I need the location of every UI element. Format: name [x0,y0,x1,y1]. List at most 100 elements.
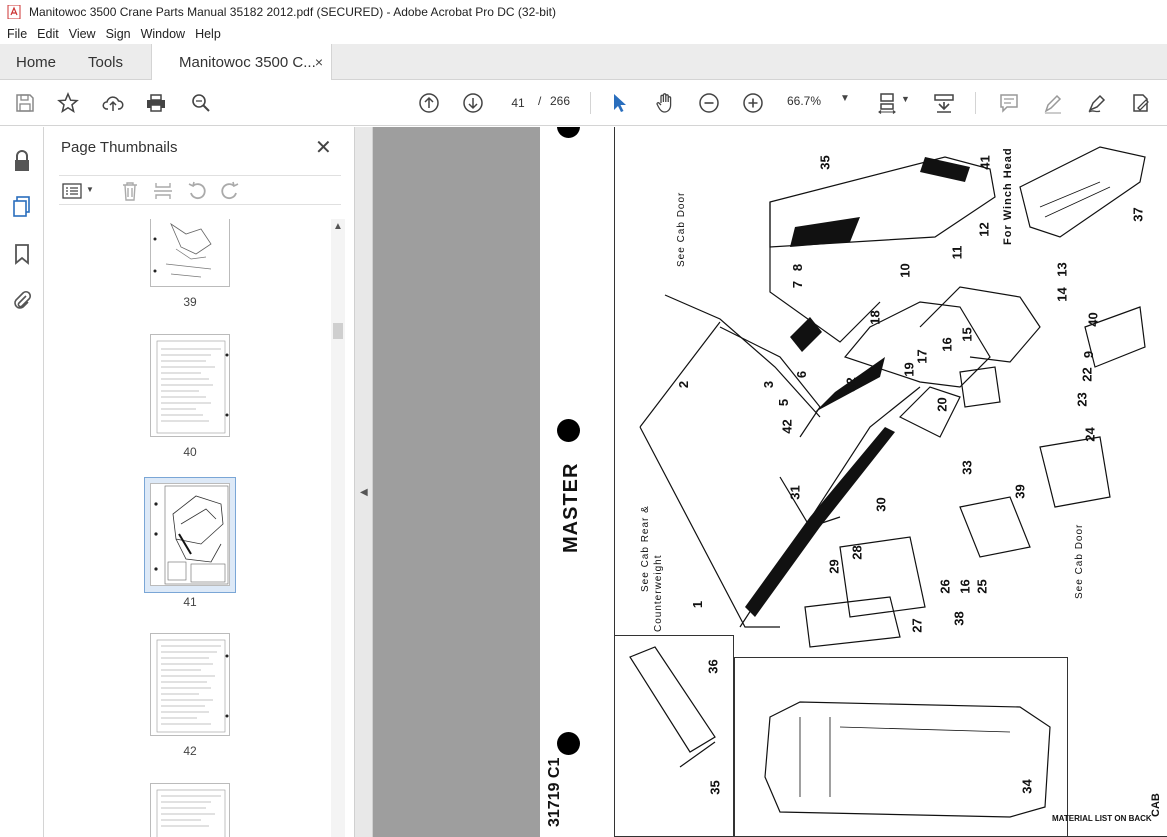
thumbnail-page-40[interactable] [150,334,230,437]
highlight-pen-icon[interactable] [1041,91,1065,115]
callout-26: 26 [937,579,953,594]
callout-23: 23 [1074,392,1090,407]
menu-window[interactable]: Window [136,27,190,41]
callout-29: 29 [826,559,842,574]
menu-view[interactable]: View [64,27,101,41]
callout-28: 28 [849,545,865,560]
callout-42: 42 [779,419,795,434]
toolbar-divider [590,92,591,114]
callout-41: 41 [977,155,993,170]
page-thumbnails-panel: Page Thumbnails ✕ ▼ ▲ 39 40 41 42 [45,127,354,837]
next-page-icon[interactable] [461,91,485,115]
bookmark-star-icon[interactable] [56,91,80,115]
thumbnail-scrollbar[interactable] [331,219,345,837]
thumbnail-page-42[interactable] [150,633,230,736]
scroll-up-icon[interactable]: ▲ [333,221,343,232]
panel-splitter[interactable]: ◀ [354,127,373,837]
zoom-in-icon[interactable] [741,91,765,115]
thumbnail-page-43[interactable] [150,783,230,837]
close-tab-icon[interactable]: × [315,54,323,70]
zoom-dropdown-icon[interactable]: ▼ [840,93,850,104]
toolbar-divider [975,92,976,114]
zoom-out-icon[interactable] [697,91,721,115]
callout-17: 17 [914,349,930,364]
callout-7: 7 [790,280,806,289]
thumbnail-page-41[interactable] [150,483,230,586]
acrobat-app-icon [7,5,21,19]
callout-11: 11 [949,245,965,260]
note-winch-head: For Winch Head [1002,147,1014,245]
tab-document-label: Manitowoc 3500 C... [179,54,316,71]
callout-14: 14 [1054,287,1070,302]
callout-5: 5 [776,398,792,407]
comment-icon[interactable] [997,91,1021,115]
rotate-counterclockwise-icon[interactable] [186,181,208,201]
thumbnail-label-42: 42 [183,744,197,758]
callout-22: 22 [1079,367,1095,382]
thumbnail-page-39[interactable] [150,219,230,287]
material-list-note: MATERIAL LIST ON BACK [1052,814,1152,823]
sign-pen-icon[interactable] [1085,91,1109,115]
left-tool-rail [0,127,44,837]
save-icon[interactable] [13,91,37,115]
cab-exploded-diagram [629,146,1146,818]
menu-sign[interactable]: Sign [101,27,136,41]
note-see-cab-door: See Cab Door [676,191,687,267]
upload-cloud-icon[interactable] [101,91,125,115]
scroll-mode-icon[interactable] [932,91,956,115]
title-bar: Manitowoc 3500 Crane Parts Manual 35182 … [0,0,1167,24]
page-number-input[interactable]: 41 [503,90,533,116]
collapse-panel-icon[interactable]: ◀ [360,487,368,498]
callout-8: 8 [790,263,806,272]
callout-16b: 16 [957,579,973,594]
select-cursor-icon[interactable] [608,91,632,115]
page-fit-icon[interactable] [876,91,900,115]
close-panel-icon[interactable]: ✕ [315,135,332,160]
note-see-cab-door-right: See Cab Door [1074,523,1085,599]
thumbnail-label-40: 40 [183,445,197,459]
attachments-paperclip-icon[interactable] [10,288,34,312]
bookmarks-icon[interactable] [10,242,34,266]
tab-bar: Home Tools Manitowoc 3500 C... × [0,44,1167,81]
thumbnail-tools: ▼ [59,175,341,205]
print-icon[interactable] [144,91,168,115]
note-counterweight: Counterweight [653,554,664,632]
callout-15: 15 [959,327,975,342]
document-page: MASTER 31719 C1 35 41 12 37 8 7 10 11 13… [540,127,1167,837]
document-view[interactable]: MASTER 31719 C1 35 41 12 37 8 7 10 11 13… [373,127,1167,837]
callout-9: 9 [1081,350,1097,359]
thumbnail-options-icon[interactable] [61,181,83,201]
delete-page-icon[interactable] [119,181,141,201]
extract-pages-icon[interactable] [152,181,174,201]
tab-document[interactable]: Manitowoc 3500 C... × [151,44,332,81]
panel-title: Page Thumbnails [61,139,178,156]
scrollbar-thumb[interactable] [333,323,343,339]
page-total: 266 [550,94,571,108]
menu-bar: File Edit View Sign Window Help [0,24,1167,44]
menu-edit[interactable]: Edit [32,27,64,41]
thumbnail-label-41: 41 [183,595,197,609]
tab-tools[interactable]: Tools [88,44,123,80]
zoom-search-icon[interactable] [189,91,213,115]
thumbnail-options-dropdown-icon[interactable]: ▼ [86,185,94,194]
edit-document-icon[interactable] [1128,91,1152,115]
lock-icon[interactable] [10,149,34,173]
callout-10: 10 [897,263,913,278]
callout-32: 32 [843,377,859,392]
previous-page-icon[interactable] [417,91,441,115]
menu-help[interactable]: Help [190,27,226,41]
page-thumbnails-icon[interactable] [10,195,34,219]
callout-13: 13 [1054,262,1070,277]
callout-20: 20 [934,397,950,412]
zoom-level-field[interactable]: 66.7% [787,94,847,108]
note-see-cab-rear: See Cab Rear & [640,505,651,592]
callout-38: 38 [951,611,967,626]
hand-tool-icon[interactable] [653,91,677,115]
menu-file[interactable]: File [2,27,32,41]
rotate-clockwise-icon[interactable] [219,181,241,201]
page-separator: / [538,94,542,108]
tab-home[interactable]: Home [16,44,56,80]
page-fit-dropdown-icon[interactable]: ▼ [901,94,910,104]
callout-34: 34 [1019,779,1035,794]
callout-6: 6 [794,370,810,379]
